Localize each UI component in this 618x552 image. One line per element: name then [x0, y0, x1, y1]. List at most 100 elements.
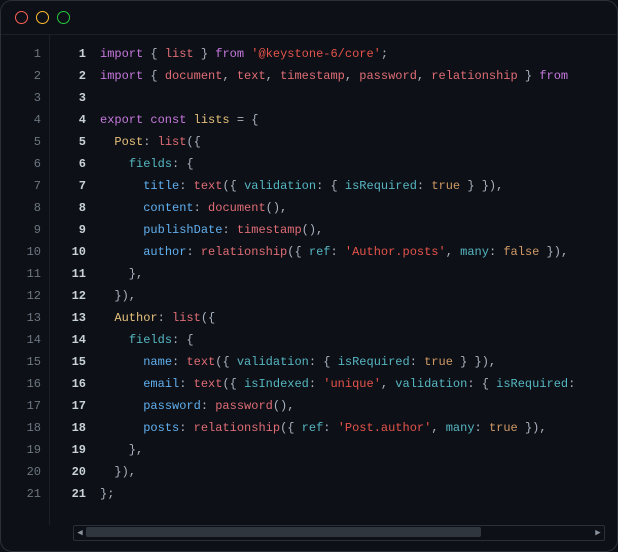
gutter-line: 11: [50, 263, 86, 285]
gutter-line: 5: [1, 131, 41, 153]
token: (),: [266, 201, 288, 215]
gutter-line: 19: [1, 439, 41, 461]
token: :: [323, 421, 337, 435]
horizontal-scrollbar[interactable]: ◀ ▶: [73, 525, 605, 541]
scroll-track[interactable]: [86, 526, 592, 540]
scroll-thumb[interactable]: [86, 527, 481, 537]
scroll-right-icon[interactable]: ▶: [592, 527, 604, 539]
token: :: [222, 223, 236, 237]
close-icon[interactable]: [15, 11, 28, 24]
gutter-line: 15: [1, 351, 41, 373]
gutter-line: 14: [50, 329, 86, 351]
token: :: [309, 377, 323, 391]
gutter-line: 14: [1, 329, 41, 351]
code-line[interactable]: author: relationship({ ref: 'Author.post…: [100, 241, 617, 263]
code-line[interactable]: import { list } from '@keystone-6/core';: [100, 43, 617, 65]
gutter-line: 3: [1, 87, 41, 109]
token: ({: [186, 135, 200, 149]
gutter-line: 6: [50, 153, 86, 175]
token: many: [446, 421, 475, 435]
gutter-line: 12: [50, 285, 86, 307]
gutter-line: 10: [1, 241, 41, 263]
token: relationship: [431, 69, 517, 83]
scroll-left-icon[interactable]: ◀: [74, 527, 86, 539]
token: [100, 399, 143, 413]
token: }),: [100, 465, 136, 479]
code-line[interactable]: posts: relationship({ ref: 'Post.author'…: [100, 417, 617, 439]
code-line[interactable]: name: text({ validation: { isRequired: t…: [100, 351, 617, 373]
gutter-line: 9: [50, 219, 86, 241]
token: };: [100, 487, 114, 501]
gutter-line: 3: [50, 87, 86, 109]
gutter-line: 13: [1, 307, 41, 329]
token: }),: [518, 421, 547, 435]
token: export const: [100, 113, 186, 127]
code-line[interactable]: title: text({ validation: { isRequired: …: [100, 175, 617, 197]
minimize-icon[interactable]: [36, 11, 49, 24]
token: true: [489, 421, 518, 435]
token: [100, 311, 114, 325]
token: ({: [222, 179, 244, 193]
token: publishDate: [143, 223, 222, 237]
token: Author: [114, 311, 157, 325]
code-line[interactable]: export const lists = {: [100, 109, 617, 131]
token: }: [194, 47, 216, 61]
token: : {: [172, 333, 194, 347]
code-line[interactable]: [100, 87, 617, 109]
token: {: [143, 47, 165, 61]
code-line[interactable]: fields: {: [100, 153, 617, 175]
token: :: [410, 355, 424, 369]
code-line[interactable]: publishDate: timestamp(),: [100, 219, 617, 241]
token: [100, 355, 143, 369]
token: ref: [302, 421, 324, 435]
token: },: [100, 443, 143, 457]
token: ({: [201, 311, 215, 325]
gutter-line: 9: [1, 219, 41, 241]
token: isIndexed: [244, 377, 309, 391]
token: :: [186, 245, 200, 259]
token: password: [143, 399, 201, 413]
gutter-line: 19: [50, 439, 86, 461]
token: name: [143, 355, 172, 369]
token: (),: [273, 399, 295, 413]
token: :: [489, 245, 503, 259]
code-line[interactable]: Post: list({: [100, 131, 617, 153]
code-line[interactable]: import { document, text, timestamp, pass…: [100, 65, 617, 87]
code-line[interactable]: }),: [100, 285, 617, 307]
token: true: [424, 355, 453, 369]
zoom-icon[interactable]: [57, 11, 70, 24]
token: [100, 135, 114, 149]
gutter-line: 16: [50, 373, 86, 395]
code-line[interactable]: password: password(),: [100, 395, 617, 417]
gutter-line: 6: [1, 153, 41, 175]
token: :: [194, 201, 208, 215]
gutter-line: 7: [50, 175, 86, 197]
gutter-line: 18: [1, 417, 41, 439]
token: :: [179, 421, 193, 435]
code-line[interactable]: },: [100, 263, 617, 285]
code-line[interactable]: fields: {: [100, 329, 617, 351]
token: from: [539, 69, 568, 83]
code-line[interactable]: Author: list({: [100, 307, 617, 329]
token: '@keystone-6/core': [251, 47, 381, 61]
token: 'unique': [323, 377, 381, 391]
token: password: [215, 399, 273, 413]
code-line[interactable]: }),: [100, 461, 617, 483]
token: [186, 113, 193, 127]
code-line[interactable]: },: [100, 439, 617, 461]
code-line[interactable]: email: text({ isIndexed: 'unique', valid…: [100, 373, 617, 395]
code-line[interactable]: };: [100, 483, 617, 505]
token: [100, 157, 129, 171]
code-line[interactable]: content: document(),: [100, 197, 617, 219]
gutter-line: 5: [50, 131, 86, 153]
token: title: [143, 179, 179, 193]
token: fields: [129, 333, 172, 347]
token: } }),: [460, 179, 503, 193]
token: text: [237, 69, 266, 83]
code-area[interactable]: import { list } from '@keystone-6/core';…: [94, 35, 617, 525]
gutter-line: 17: [1, 395, 41, 417]
token: ref: [309, 245, 331, 259]
gutter-line: 20: [1, 461, 41, 483]
gutter-line: 21: [50, 483, 86, 505]
token: import: [100, 69, 143, 83]
